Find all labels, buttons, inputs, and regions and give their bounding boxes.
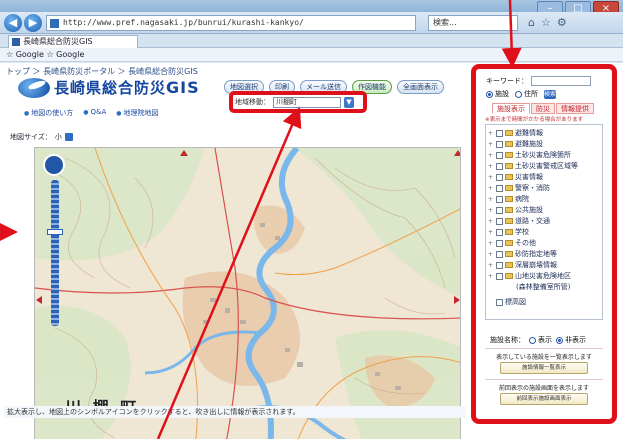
status-message: 拡大表示し、地図上のシンボルアイコンをクリックすると、吹き出しに情報が表示されま… (4, 406, 466, 418)
layer-item-note: (森林整備室所管) (516, 283, 571, 291)
layer-item[interactable]: + その他 (488, 238, 536, 248)
keyword-search-button[interactable]: 検索 (544, 89, 556, 99)
layer-item[interactable]: 標高図 (488, 297, 526, 307)
help-links: 地図の使い方 Q&A 地理院地図 (24, 108, 159, 118)
folder-icon (505, 130, 513, 136)
keyword-label: キーワード： (486, 77, 528, 85)
folder-icon (505, 251, 513, 257)
link-how-to-use[interactable]: 地図の使い方 (24, 108, 73, 118)
layer-item[interactable]: + 警察・消防 (488, 183, 550, 193)
gear-icon[interactable]: ⚙ (557, 16, 567, 29)
forward-button[interactable]: ▶ (24, 14, 42, 32)
map-size-control: 地図サイズ： 小 (10, 132, 73, 142)
tab-icon (12, 38, 20, 46)
facility-panel: キーワード： 施設 住所 検索 施設表示 防災 情報提供 ※表示まで時間がかかる… (471, 64, 617, 424)
favorites-links[interactable]: ☆ Google ☆ Google (6, 50, 84, 59)
address-bar[interactable]: http://www.pref.nagasaki.jp/bunrui/kuras… (46, 15, 416, 31)
tab-bar: 長崎県総合防災GIS (0, 34, 623, 48)
site-title: 長崎県総合防災GIS (54, 77, 200, 98)
folder-icon (505, 229, 513, 235)
layer-item[interactable]: + 避難施設 (488, 139, 543, 149)
radio-hide[interactable]: 非表示 (556, 335, 586, 345)
home-icon[interactable]: ⌂ (528, 16, 535, 29)
search-type: 施設 住所 検索 (486, 89, 556, 99)
pan-east-icon[interactable] (454, 296, 460, 304)
history-caption: 前回表示の施設画面を表示します (498, 385, 589, 392)
map-size-value[interactable]: 小 (55, 132, 62, 142)
layer-item[interactable]: + 深層崩壊情報 (488, 260, 557, 270)
layer-item[interactable]: + 山地災害危険地区 (488, 271, 571, 281)
folder-icon (505, 207, 513, 213)
layer-item[interactable]: + 土砂災害警戒区域等 (488, 161, 578, 171)
area-highlight-frame (229, 91, 367, 113)
map-view[interactable]: 川 棚 町 (34, 147, 461, 439)
tab-facility-display[interactable]: 施設表示 (492, 103, 530, 114)
browser-navbar: ◀ ▶ http://www.pref.nagasaki.jp/bunrui/k… (0, 12, 623, 34)
layer-item[interactable]: + 避難情報 (488, 128, 543, 138)
history-button[interactable]: 前回表示施設画面表示 (500, 393, 588, 405)
browser-search-input[interactable]: 検索... (428, 15, 518, 31)
divider (485, 348, 603, 349)
site-title-main: 長崎県総合防災 (54, 79, 167, 97)
tab-active[interactable]: 長崎県総合防災GIS (8, 35, 138, 48)
layer-item[interactable]: + 病院 (488, 194, 529, 204)
tab-disaster[interactable]: 防災 (531, 103, 555, 114)
zoom-slider[interactable] (51, 180, 59, 326)
folder-icon (505, 273, 513, 279)
list-caption: 表示している施設を一覧表示します (496, 354, 592, 361)
radio-show[interactable]: 表示 (529, 335, 552, 345)
facility-name-toggle: 施設名称： 表示 非表示 (490, 335, 586, 345)
folder-icon (505, 218, 513, 224)
panel-tabs: 施設表示 防災 情報提供 (492, 103, 594, 114)
loading-note: ※表示まで時間がかかる場合があります (485, 117, 584, 123)
folder-icon (505, 152, 513, 158)
pan-west-icon[interactable] (36, 296, 42, 304)
layer-item[interactable]: + 砂防指定地等 (488, 249, 557, 259)
zoom-control (43, 154, 67, 334)
layer-item[interactable]: + 道路・交通 (488, 216, 550, 226)
radio-facility[interactable]: 施設 (486, 89, 509, 99)
folder-icon (505, 163, 513, 169)
favorites-bar: ☆ Google ☆ Google (0, 48, 623, 62)
link-qa[interactable]: Q&A (83, 108, 107, 118)
layer-item[interactable]: + 学校 (488, 227, 529, 237)
site-title-gis: GIS (166, 78, 200, 97)
site-logo: 長崎県総合防災GIS (18, 77, 200, 98)
address-text: http://www.pref.nagasaki.jp/bunrui/kuras… (63, 18, 304, 27)
divider (485, 379, 603, 380)
radio-place[interactable]: 住所 (515, 89, 538, 99)
tab-info[interactable]: 情報提供 (556, 103, 594, 114)
tab-label: 長崎県総合防災GIS (23, 37, 93, 46)
pan-northeast-icon[interactable] (454, 150, 460, 156)
folder-icon (505, 196, 513, 202)
layer-item[interactable]: + 土砂災害危険箇所 (488, 150, 571, 160)
folder-icon (505, 174, 513, 180)
map-size-label: 地図サイズ： (10, 133, 52, 141)
prefecture-logo-icon (18, 77, 50, 98)
folder-icon (505, 141, 513, 147)
site-favicon-icon (50, 19, 59, 28)
folder-icon (505, 185, 513, 191)
folder-icon (505, 240, 513, 246)
back-button[interactable]: ◀ (4, 14, 22, 32)
keyword-search: キーワード： (486, 76, 591, 86)
breadcrumb[interactable]: トップ ＞ 長崎県防災ポータル ＞ 長崎県総合防災GIS (6, 66, 198, 77)
layer-item[interactable]: + 公共施設 (488, 205, 543, 215)
layer-item[interactable]: + 災害情報 (488, 172, 543, 182)
star-icon[interactable]: ☆ (541, 16, 551, 29)
facility-layer-list: + 避難情報 + 避難施設 + 土砂災害危険箇所 + 土砂災害警戒区域等 + 災害情報 +… (485, 124, 603, 320)
folder-icon (505, 262, 513, 268)
facility-name-label: 施設名称： (490, 336, 525, 344)
facility-list-button[interactable]: 施設情報一覧表示 (500, 362, 588, 374)
pan-compass-icon[interactable] (43, 154, 65, 176)
browser-toolbar-icons: ⌂ ☆ ⚙ (528, 16, 567, 29)
fullscreen-button[interactable]: 全画面表示 (397, 80, 444, 94)
keyword-input[interactable] (531, 76, 591, 86)
link-gsi-map[interactable]: 地理院地図 (116, 108, 159, 118)
map-size-dropdown-icon[interactable] (64, 133, 73, 141)
pan-north-icon[interactable] (180, 150, 188, 156)
zoom-slider-handle[interactable] (47, 229, 63, 235)
